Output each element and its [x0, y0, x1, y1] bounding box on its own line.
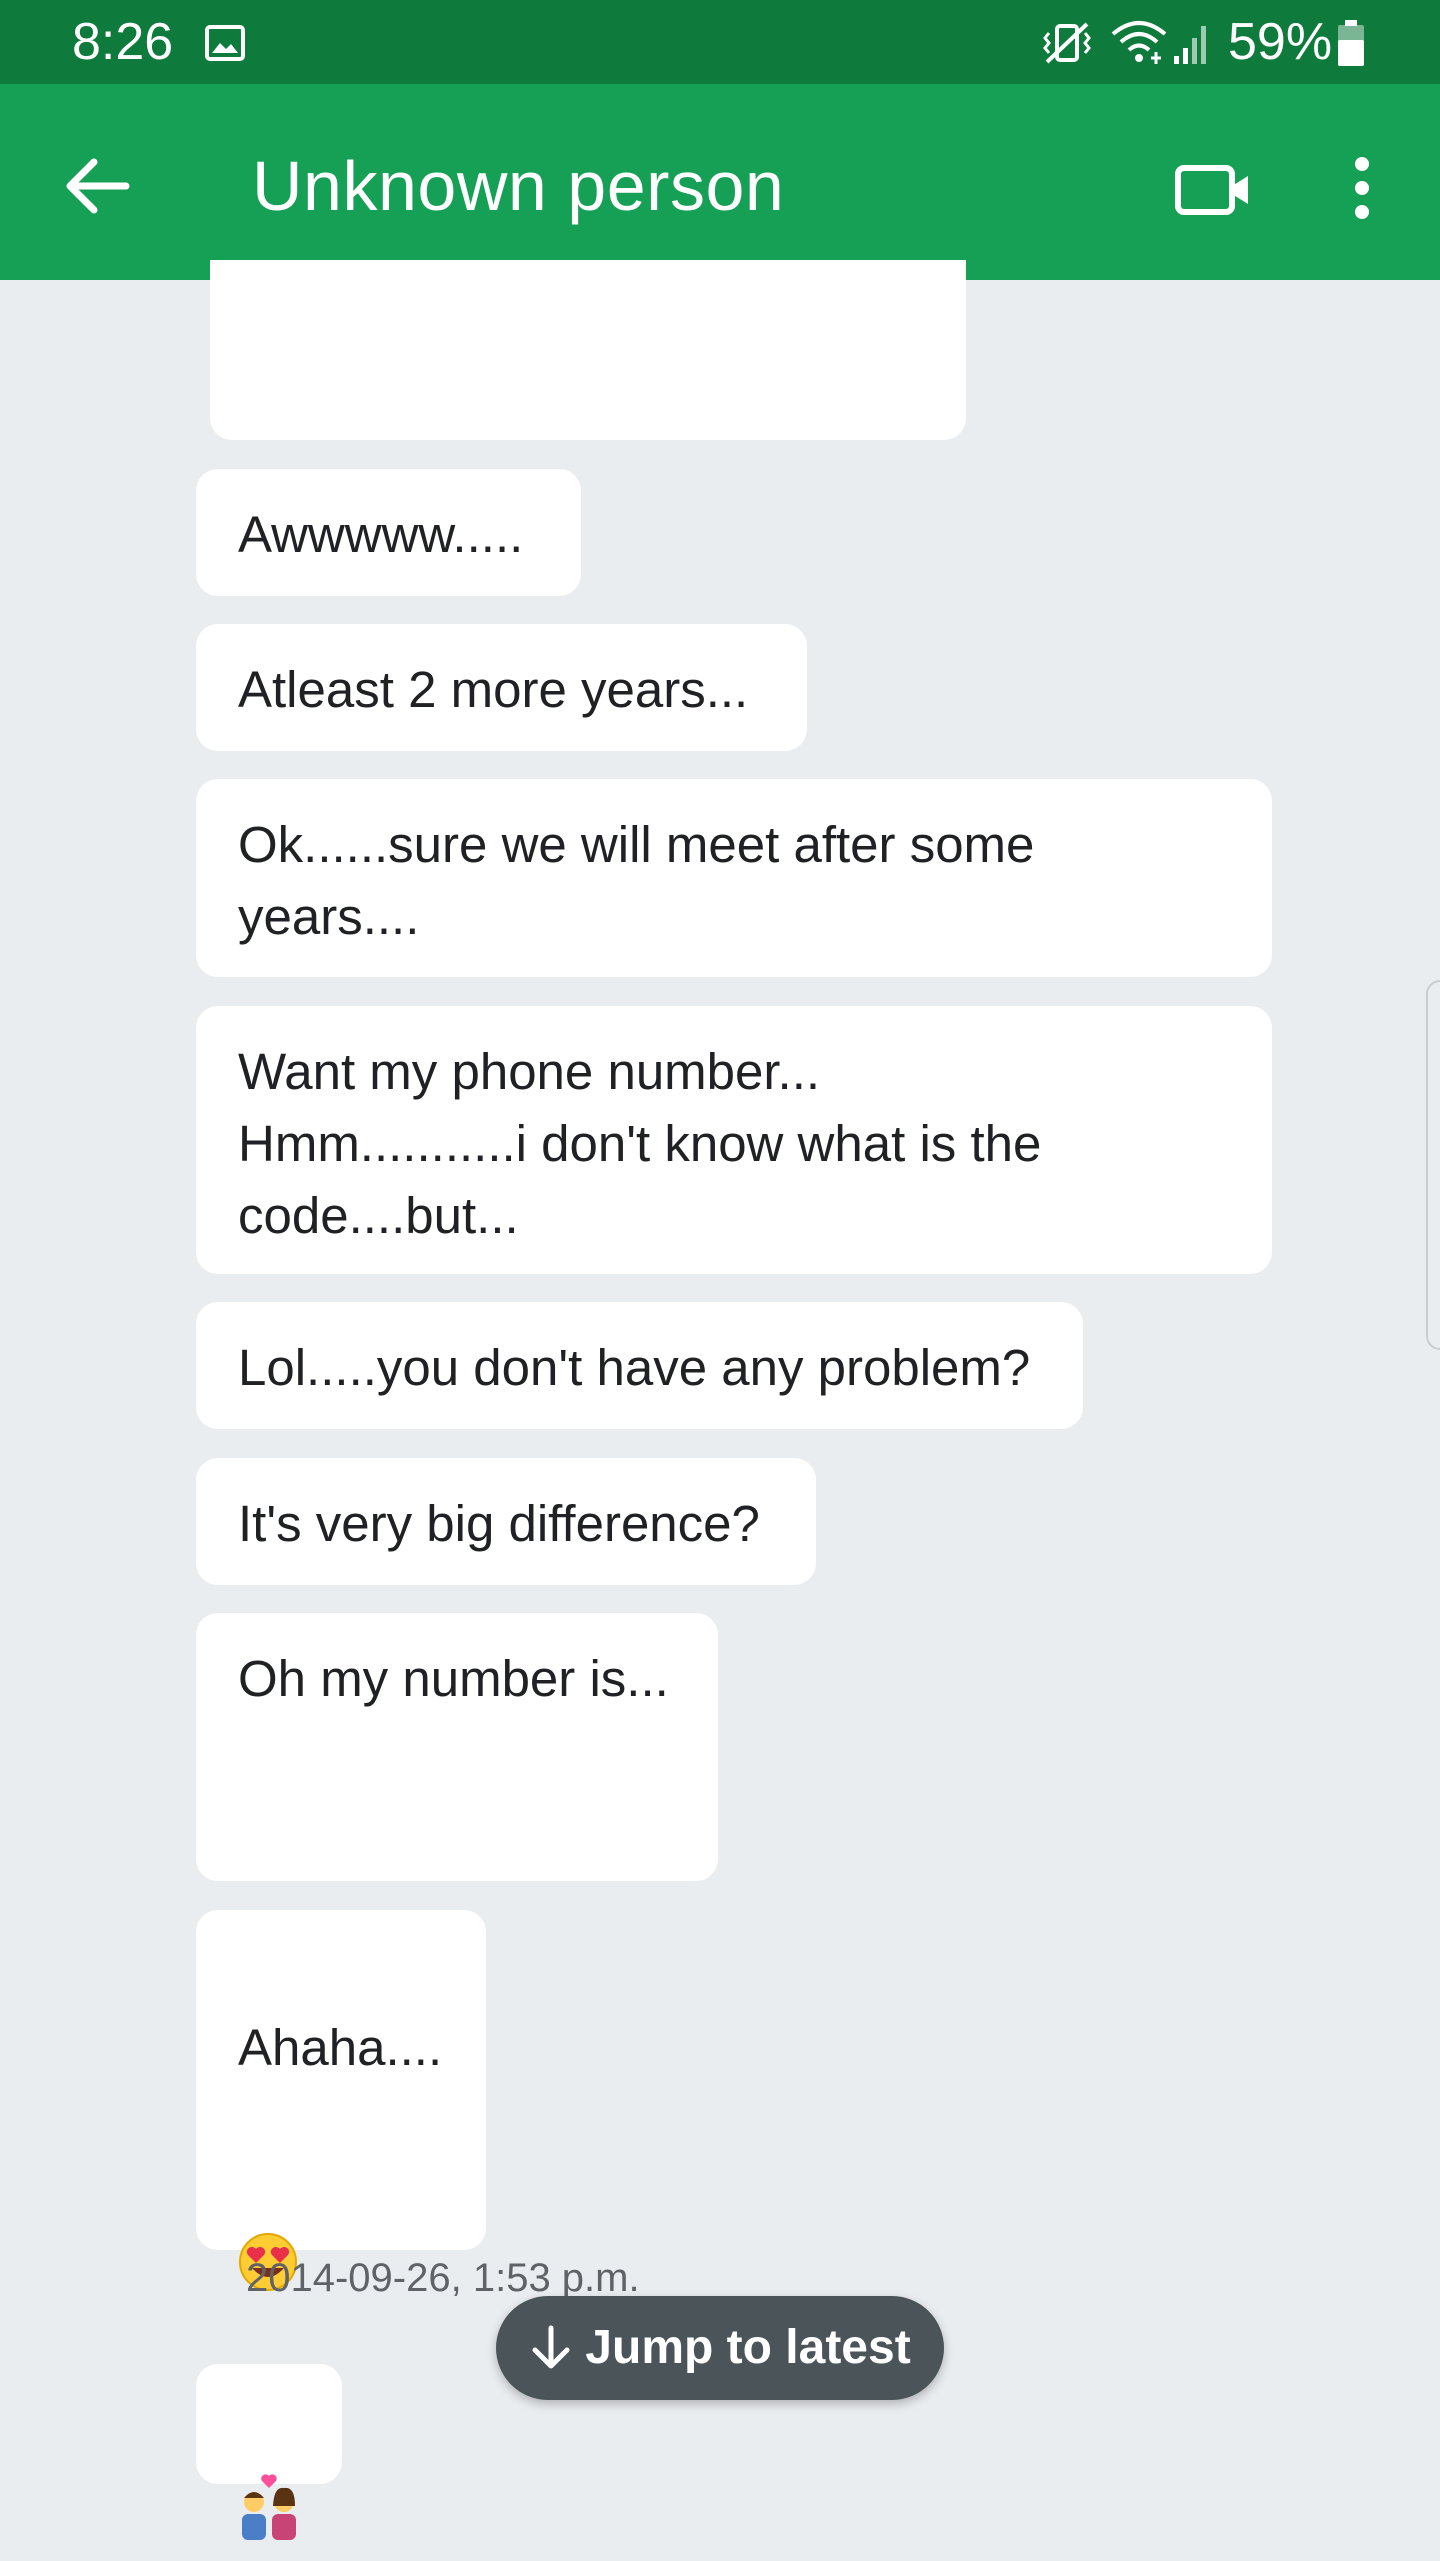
- more-vert-icon: [1355, 157, 1369, 219]
- status-bar: 8:26 59%: [0, 0, 1440, 84]
- message-bubble[interactable]: [196, 2364, 342, 2540]
- wifi-icon: [1110, 18, 1168, 73]
- app-title: Unknown person: [252, 147, 785, 225]
- message-bubble[interactable]: Lol.....you don't have any problem?: [196, 1302, 1083, 1429]
- app-bar: Unknown person: [0, 84, 1440, 280]
- gallery-icon: [204, 24, 246, 67]
- back-button[interactable]: [56, 144, 140, 228]
- message-text: Ahaha....: [238, 2019, 443, 2076]
- jump-to-latest-label: Jump to latest: [585, 2321, 911, 2374]
- video-call-button[interactable]: [1172, 146, 1256, 230]
- battery-percentage: 59%: [1228, 13, 1333, 71]
- battery-icon: [1336, 20, 1366, 73]
- message-timestamp: 2014-09-26, 1:53 p.m.: [246, 2256, 640, 2300]
- more-options-button[interactable]: [1332, 146, 1392, 230]
- message-bubble[interactable]: Ahaha....: [196, 1910, 486, 2291]
- back-arrow-icon: [66, 158, 130, 214]
- message-bubble[interactable]: Want my phone number... Hmm...........i …: [196, 1006, 1272, 1274]
- message-bubble[interactable]: Awwwww.....: [196, 469, 581, 596]
- vibrate-icon: [1042, 18, 1092, 73]
- jump-to-latest-button[interactable]: Jump to latest: [496, 2296, 944, 2400]
- scroll-handle[interactable]: [1426, 980, 1440, 1350]
- arrow-down-icon: [532, 2325, 570, 2369]
- message-bubble[interactable]: It's very big difference?: [196, 1458, 816, 1585]
- message-bubble[interactable]: [210, 260, 966, 440]
- kiss-couple-icon: [234, 2400, 304, 2561]
- message-bubble[interactable]: Ok......sure we will meet after some yea…: [196, 779, 1272, 977]
- video-call-icon: [1175, 165, 1248, 215]
- signal-icon: [1172, 20, 1212, 71]
- message-bubble[interactable]: Oh my number is...: [196, 1613, 718, 1881]
- status-time: 8:26: [72, 13, 174, 71]
- message-bubble[interactable]: Atleast 2 more years...: [196, 624, 807, 751]
